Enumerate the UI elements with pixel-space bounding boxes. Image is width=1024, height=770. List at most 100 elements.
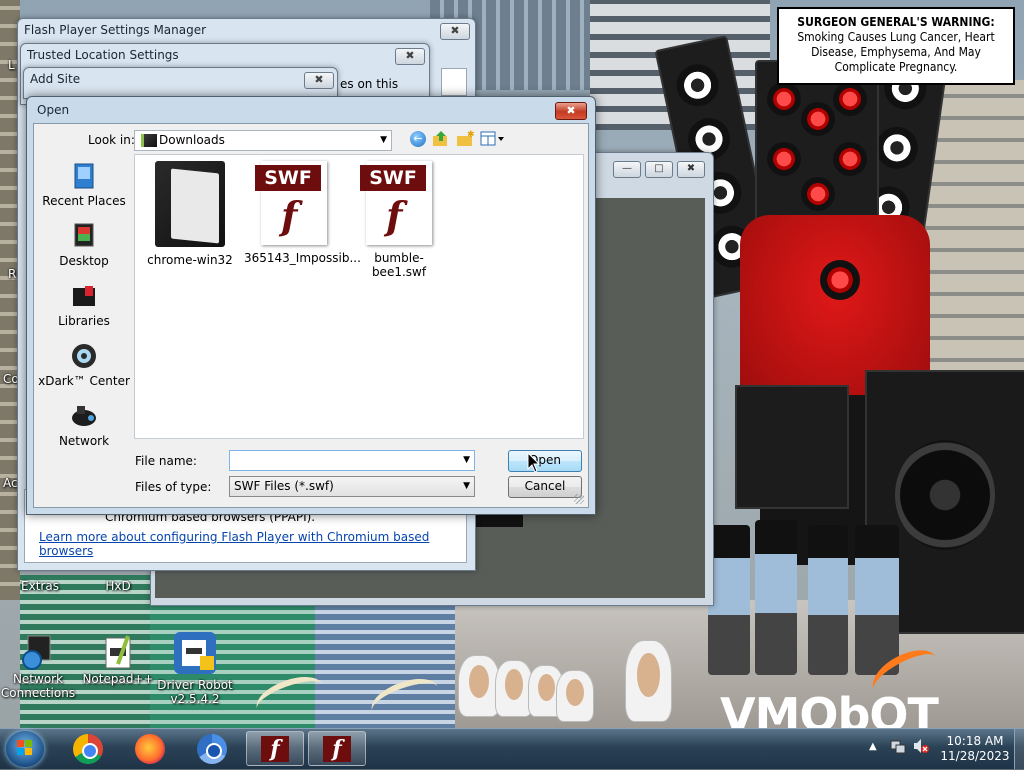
desktop-icon-label: Notepad++ — [82, 672, 154, 686]
flash-glyph: f — [281, 193, 298, 238]
desktop-icon-extras[interactable]: Extras — [2, 579, 78, 593]
chromium-learn-more-link[interactable]: Learn more about configuring Flash Playe… — [39, 530, 466, 558]
minimize-button[interactable]: — — [613, 161, 641, 178]
desktop-icon-label: Network Connections — [0, 672, 76, 700]
swf-file-icon: SWF f — [360, 161, 432, 245]
windows-logo-icon — [17, 740, 32, 755]
taskbar-flash-player-1[interactable]: f — [246, 731, 304, 766]
desktop-icon-driver-robot[interactable]: Driver Robot v2.5.4.2 — [157, 630, 233, 706]
open-dialog[interactable]: Open ✖ Look in: Downloads ▼ ← ✱ Recent P… — [26, 96, 596, 515]
flash-glyph: f — [386, 193, 403, 238]
chevron-down-icon: ▼ — [463, 481, 470, 491]
xdark-center-icon — [69, 342, 99, 370]
place-label: Network — [58, 434, 110, 448]
look-in-value: Downloads — [159, 133, 225, 147]
close-button[interactable]: ✖ — [304, 72, 334, 89]
new-folder-icon[interactable]: ✱ — [456, 130, 475, 148]
file-name-input[interactable]: ▼ — [229, 450, 475, 471]
notepadpp-icon — [100, 634, 136, 670]
up-folder-icon[interactable] — [432, 130, 450, 148]
resize-grip[interactable] — [574, 494, 584, 504]
clock-time: 10:18 AM — [946, 734, 1004, 748]
close-button[interactable]: ✖ — [440, 23, 470, 40]
swf-tag: SWF — [360, 165, 426, 191]
back-icon[interactable]: ← — [410, 131, 426, 147]
file-list[interactable]: chrome-win32 SWF f 365143_Impossib... SW… — [134, 154, 584, 439]
tray-expand-icon[interactable]: ▲ — [869, 741, 877, 752]
look-in-label: Look in: — [88, 133, 135, 147]
place-label: Recent Places — [42, 194, 126, 208]
background-toilet — [458, 655, 500, 717]
place-recent-places[interactable]: Recent Places — [34, 162, 134, 208]
network-icon — [69, 402, 99, 430]
file-name: 365143_Impossib... — [244, 251, 361, 265]
flash-player-icon: f — [323, 736, 351, 762]
background-figure — [808, 525, 848, 675]
taskbar-firefox[interactable] — [122, 731, 180, 766]
tray-volume-muted-icon[interactable] — [912, 738, 930, 754]
file-item[interactable]: SWF f 365143_Impossib... — [244, 161, 361, 265]
desktop-icon — [69, 222, 99, 250]
place-network[interactable]: Network — [34, 402, 134, 448]
taskbar-flash-player-2[interactable]: f — [308, 731, 366, 766]
mouse-cursor-icon — [527, 451, 541, 474]
files-of-type-dropdown[interactable]: SWF Files (*.swf) ▼ — [229, 476, 475, 497]
places-bar: Recent Places Desktop Libraries xDark™ C… — [34, 154, 134, 448]
desktop-icon-network-connections[interactable]: Network Connections — [0, 634, 76, 700]
clock-date: 11/28/2023 — [940, 749, 1010, 763]
dialog-client: Look in: Downloads ▼ ← ✱ Recent Places D… — [33, 123, 589, 508]
taskbar: f f ▲ 10:18 AM 11/28/2023 — [0, 728, 1024, 769]
files-of-type-value: SWF Files (*.swf) — [234, 479, 334, 493]
view-menu-icon[interactable] — [480, 131, 506, 147]
close-button[interactable]: ✖ — [395, 48, 425, 65]
window-title: Flash Player Settings Manager — [24, 23, 207, 37]
desktop-icon-hxd[interactable]: HxD — [80, 579, 156, 593]
show-desktop-button[interactable] — [1014, 729, 1024, 769]
open-button[interactable]: Open — [508, 450, 582, 472]
place-label: Libraries — [58, 314, 110, 328]
cancel-button[interactable]: Cancel — [508, 476, 582, 498]
tray-clock[interactable]: 10:18 AM 11/28/2023 — [940, 734, 1010, 764]
network-connections-icon — [20, 634, 56, 670]
place-label: xDark™ Center — [38, 374, 130, 388]
swf-file-icon: SWF f — [255, 161, 327, 245]
add-site-window[interactable]: Add Site ✖ — [23, 67, 338, 99]
driver-robot-icon — [172, 630, 218, 676]
recent-places-icon — [69, 162, 99, 190]
panel — [441, 68, 467, 96]
start-button[interactable] — [6, 731, 44, 767]
surgeon-general-warning: SURGEON GENERAL'S WARNING: Smoking Cause… — [777, 7, 1015, 85]
place-desktop[interactable]: Desktop — [34, 222, 134, 268]
close-button[interactable]: ✖ — [555, 102, 587, 120]
dialog-title: Open — [37, 103, 70, 117]
place-libraries[interactable]: Libraries — [34, 282, 134, 328]
files-of-type-label: Files of type: — [135, 480, 212, 494]
desktop-label-fragment: R — [8, 267, 17, 281]
file-name-label: File name: — [135, 454, 197, 468]
window-title: Trusted Location Settings — [27, 48, 179, 62]
folder-icon — [155, 161, 225, 247]
file-item[interactable]: chrome-win32 — [140, 161, 240, 267]
speaker-cone — [895, 440, 995, 550]
background-figure — [708, 525, 750, 675]
window-title: Add Site — [30, 72, 81, 86]
chevron-down-icon: ▼ — [380, 135, 387, 145]
partial-text: es on this — [340, 77, 399, 91]
downloads-folder-icon — [141, 134, 157, 147]
desktop-icon-notepadpp[interactable]: Notepad++ — [80, 634, 156, 686]
chrome-icon — [73, 734, 103, 764]
desktop-label-fragment: L — [8, 58, 15, 72]
file-name: bumble-bee1.swf — [371, 251, 427, 279]
chevron-down-icon: ▼ — [463, 455, 470, 465]
look-in-dropdown[interactable]: Downloads ▼ — [134, 130, 392, 151]
file-item[interactable]: SWF f bumble-bee1.swf — [349, 161, 449, 279]
place-label: Desktop — [59, 254, 109, 268]
taskbar-chromium[interactable] — [184, 731, 242, 766]
chromium-icon — [197, 734, 227, 764]
maximize-button[interactable]: □ — [645, 161, 673, 178]
place-xdark-center[interactable]: xDark™ Center — [34, 342, 134, 388]
tray-network-icon[interactable] — [890, 738, 906, 754]
taskbar-chrome[interactable] — [60, 731, 118, 766]
background-toilet — [556, 670, 594, 722]
close-button[interactable]: ✖ — [677, 161, 705, 178]
